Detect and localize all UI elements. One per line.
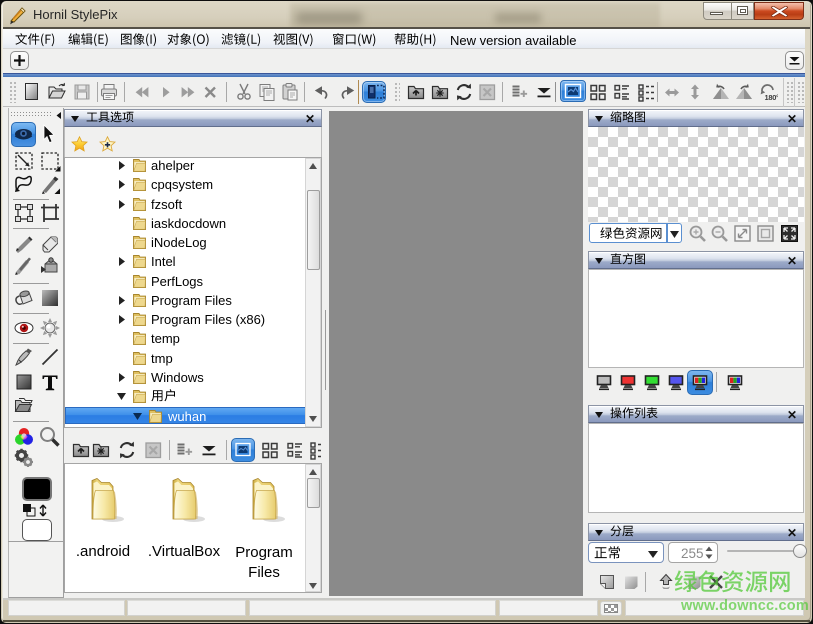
svg-text:180°: 180° <box>765 93 779 102</box>
